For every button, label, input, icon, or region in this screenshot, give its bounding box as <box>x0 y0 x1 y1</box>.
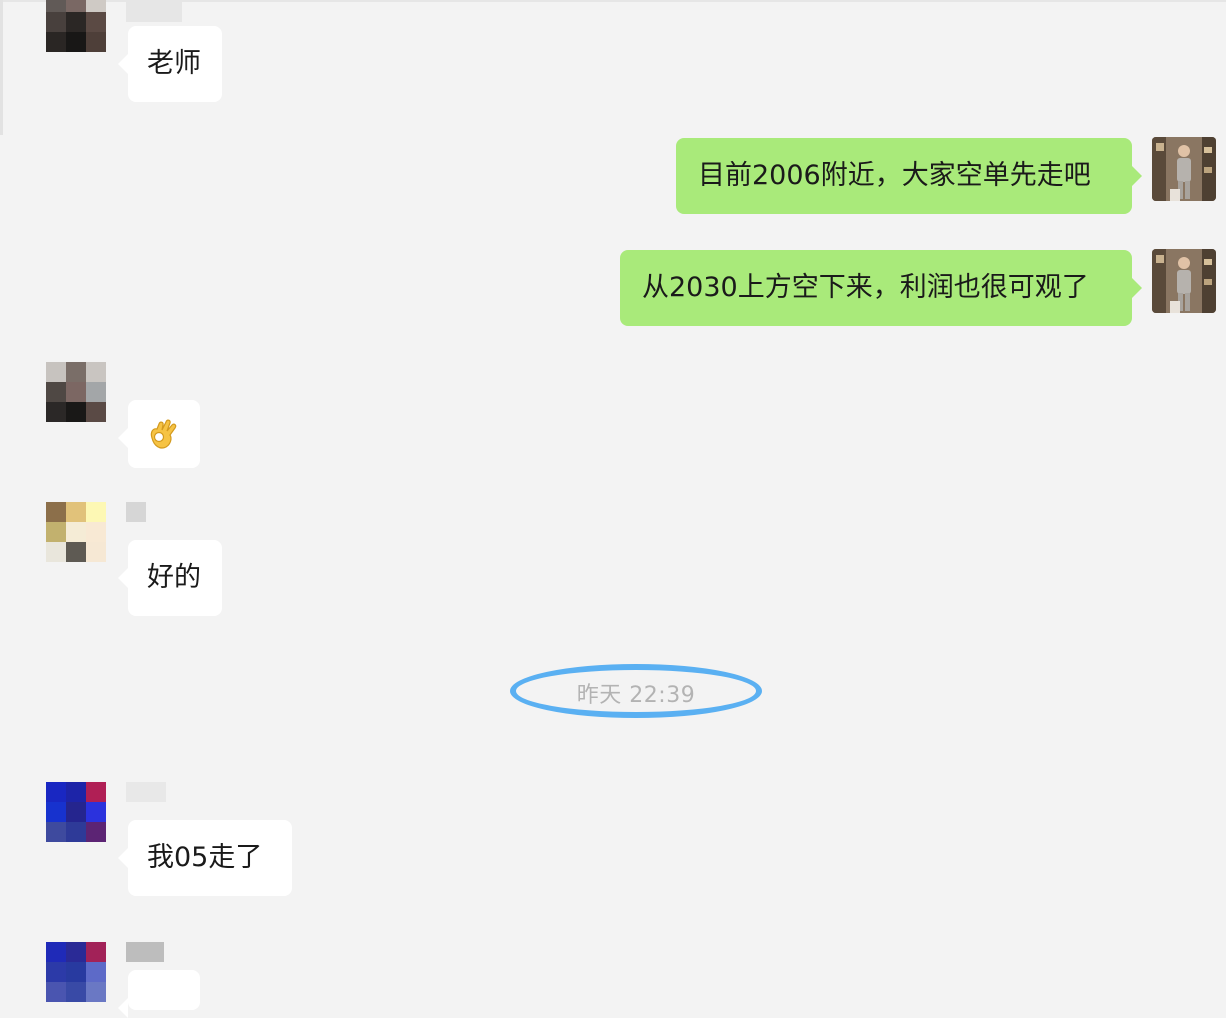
message-bubble-incoming[interactable]: 好的 <box>118 540 222 616</box>
timestamp-divider: 昨天 22:39 <box>510 664 762 718</box>
message-text: 老师 <box>147 48 201 79</box>
window-edge <box>0 0 3 135</box>
sender-name <box>126 2 182 22</box>
avatar-self[interactable] <box>1152 137 1216 201</box>
message-bubble-incoming[interactable]: 老师 <box>118 26 222 102</box>
avatar-sender-1[interactable] <box>46 362 106 422</box>
message-bubble-incoming[interactable]: 我05走了 <box>118 820 292 896</box>
message-bubble-outgoing[interactable]: 从2030上方空下来，利润也很可观了 <box>620 250 1142 326</box>
message-bubble-outgoing[interactable]: 目前2006附近，大家空单先走吧 <box>676 138 1142 214</box>
top-divider <box>0 0 1226 2</box>
sender-name <box>126 782 166 802</box>
message-bubble-incoming[interactable] <box>118 970 200 1018</box>
sender-name <box>126 502 146 522</box>
person-photo-icon <box>1152 137 1216 201</box>
avatar-sender-3[interactable] <box>46 782 106 842</box>
message-text: 我05走了 <box>147 842 263 873</box>
message-text: 从2030上方空下来，利润也很可观了 <box>642 272 1089 303</box>
avatar-sender-3[interactable] <box>46 942 106 1002</box>
message-bubble-incoming[interactable] <box>118 400 200 468</box>
ok-hand-emoji-icon <box>150 419 177 449</box>
person-photo-icon <box>1152 249 1216 313</box>
avatar-sender-2[interactable] <box>46 502 106 562</box>
avatar-self[interactable] <box>1152 249 1216 313</box>
sender-name <box>126 942 164 962</box>
message-text: 好的 <box>147 562 201 593</box>
timestamp-text: 昨天 22:39 <box>576 683 696 708</box>
message-text: 目前2006附近，大家空单先走吧 <box>698 160 1091 191</box>
avatar-sender-1[interactable] <box>46 0 106 52</box>
